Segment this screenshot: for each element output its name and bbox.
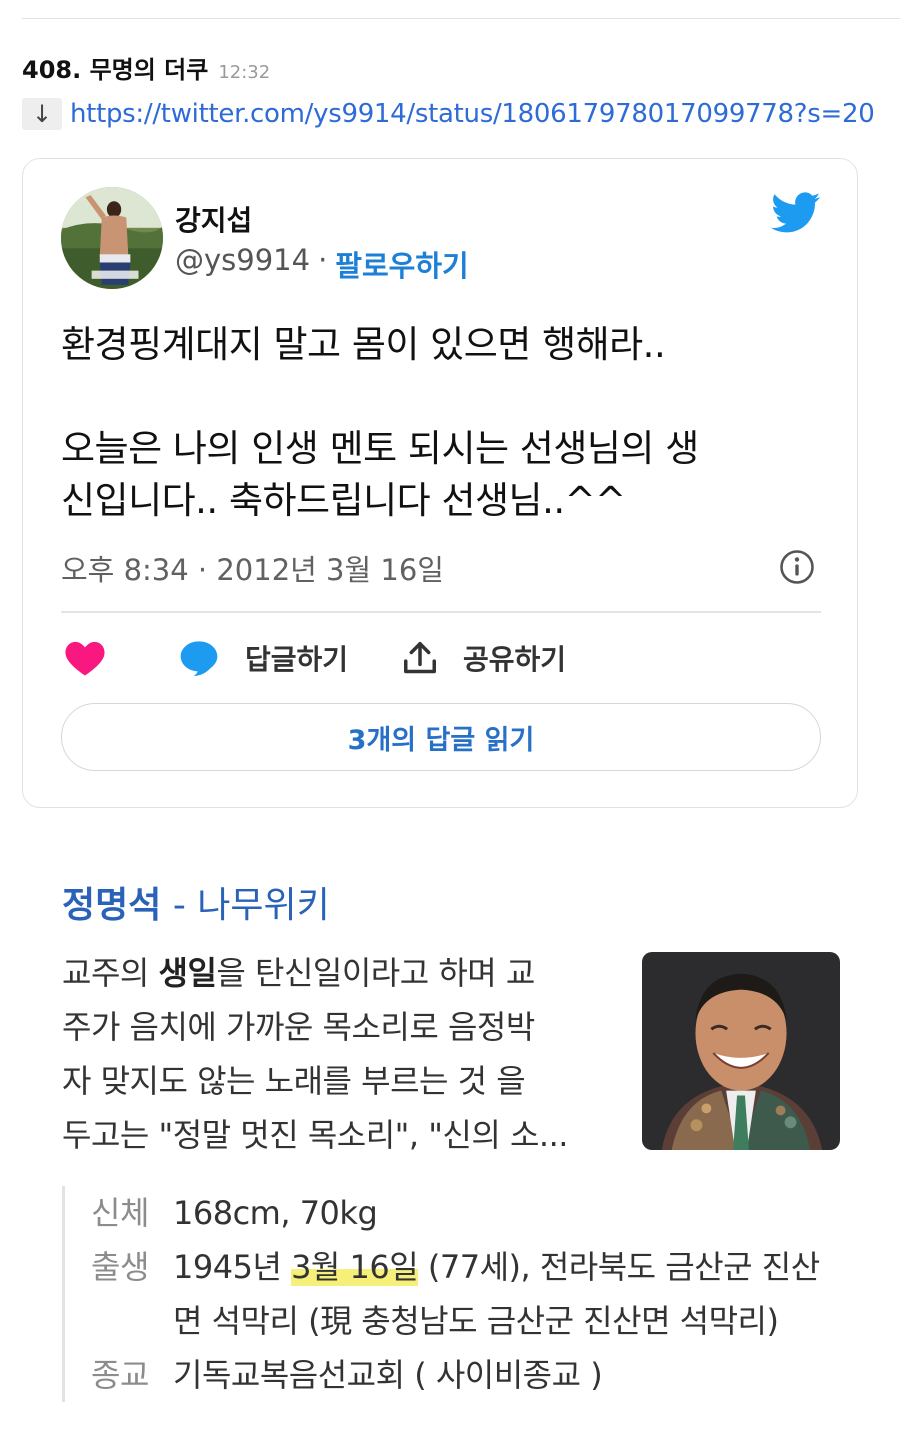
tweet-user-name[interactable]: 강지섭 — [175, 199, 252, 239]
link-row: ↓ https://twitter.com/ys9914/status/1806… — [22, 98, 875, 130]
info-value: 168cm, 70kg — [173, 1194, 378, 1232]
tweet-line: 환경핑계대지 말고 몸이 있으면 행해라.. — [61, 323, 666, 366]
info-row-religion: 종교 기독교복음선교회 ( 사이비종교 ) — [91, 1348, 842, 1402]
top-divider — [22, 18, 900, 19]
tweet-url-link[interactable]: https://twitter.com/ys9914/status/180617… — [70, 99, 875, 129]
highlighted-date: 3월 16일 — [291, 1248, 419, 1286]
avatar[interactable] — [61, 187, 163, 289]
info-label: 신체 — [91, 1194, 149, 1232]
post-time: 12:32 — [218, 62, 271, 83]
wiki-result-title[interactable]: 정명석 - 나무위키 — [62, 876, 330, 928]
follow-button[interactable]: 팔로우하기 — [335, 243, 468, 285]
wiki-title-name: 정명석 — [62, 885, 162, 926]
tweet-date[interactable]: 오후 8:34 · 2012년 3월 16일 — [61, 547, 444, 589]
tweet-user-row: @ys9914 · 팔로우하기 — [175, 243, 469, 285]
tweet-line: 신입니다.. 축하드립니다 선생님..^^ — [61, 479, 626, 522]
read-replies-button[interactable]: 3개의 답글 읽기 — [61, 703, 821, 771]
reply-label: 답글하기 — [245, 643, 349, 676]
share-upload-icon — [404, 642, 436, 674]
share-label: 공유하기 — [463, 643, 567, 676]
snippet-bold: 생일 — [158, 954, 217, 992]
snippet-line: 자 맞지도 않는 노래를 부르는 것 을 — [62, 1062, 526, 1100]
wiki-info-table: 신체 168cm, 70kg 출생 1945년 3월 16일 (77세), 전라… — [62, 1186, 842, 1402]
info-label: 출생 — [91, 1248, 149, 1286]
tweet-actions: 답글하기 공유하기 — [61, 635, 821, 681]
wiki-snippet: 교주의 생일을 탄신일이라고 하며 교 주가 음치에 가까운 목소리로 음정박 … — [62, 946, 622, 1162]
heart-icon[interactable] — [65, 639, 105, 677]
info-icon[interactable] — [779, 549, 815, 585]
wiki-portrait-photo[interactable] — [642, 952, 840, 1150]
twitter-bird-icon[interactable] — [771, 191, 821, 235]
reply-bubble-icon — [180, 641, 218, 676]
wiki-title-suffix: - 나무위키 — [161, 885, 330, 926]
reply-button[interactable]: 답글하기 — [179, 635, 348, 681]
separator-dot: · — [318, 243, 328, 277]
info-row-birth: 출생 1945년 3월 16일 (77세), 전라북도 금산군 진산 면 석막리… — [91, 1240, 842, 1348]
info-value: 1945년 3월 16일 (77세), 전라북도 금산군 진산 면 석막리 (現… — [173, 1248, 820, 1340]
tweet-divider — [61, 611, 821, 613]
share-button[interactable]: 공유하기 — [401, 635, 566, 681]
down-arrow-icon: ↓ — [22, 98, 62, 130]
info-value: 기독교복음선교회 ( 사이비종교 ) — [173, 1356, 603, 1394]
post-header: 408. 무명의 더쿠 12:32 — [22, 50, 270, 85]
tweet-embed-card: 강지섭 @ys9914 · 팔로우하기 환경핑계대지 말고 몸이 있으면 행해라… — [22, 158, 858, 808]
snippet-line: 두고는 "정말 멋진 목소리", "신의 소... — [62, 1116, 568, 1154]
post-title: 408. 무명의 더쿠 — [22, 56, 209, 84]
info-row-body: 신체 168cm, 70kg — [91, 1186, 842, 1240]
info-label: 종교 — [91, 1356, 149, 1394]
tweet-text: 환경핑계대지 말고 몸이 있으면 행해라.. 오늘은 나의 인생 멘토 되시는 … — [61, 319, 821, 527]
snippet-line: 주가 음치에 가까운 목소리로 음정박 — [62, 1008, 535, 1046]
tweet-line: 오늘은 나의 인생 멘토 되시는 선생님의 생 — [61, 427, 699, 470]
snippet-line: 교주의 생일을 탄신일이라고 하며 교 — [62, 954, 535, 992]
tweet-user-handle[interactable]: @ys9914 — [175, 243, 310, 285]
